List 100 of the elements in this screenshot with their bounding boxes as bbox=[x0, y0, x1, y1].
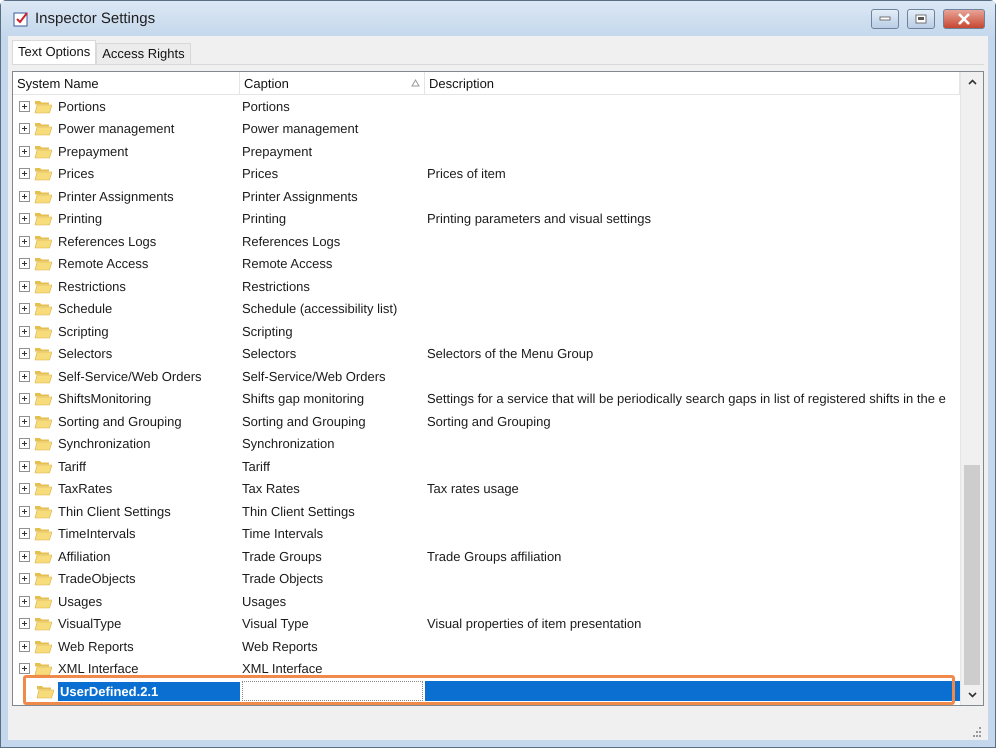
caption-text: Usages bbox=[241, 594, 288, 609]
close-button[interactable] bbox=[943, 8, 985, 28]
folder-icon bbox=[34, 144, 52, 159]
column-title: Description bbox=[429, 76, 496, 90]
folder-icon bbox=[34, 638, 52, 654]
row-name[interactable]: UserDefined.2.1 bbox=[58, 682, 240, 701]
column-header[interactable]: System Name bbox=[13, 72, 240, 94]
row-name[interactable]: TimeIntervals bbox=[56, 524, 240, 544]
caption-text: XML Interface bbox=[241, 661, 324, 676]
folder-icon bbox=[34, 98, 52, 114]
row-name[interactable]: Portions bbox=[56, 96, 240, 116]
scroll-thumb[interactable] bbox=[964, 465, 980, 685]
expand-icon[interactable] bbox=[19, 258, 30, 270]
expand-icon[interactable] bbox=[19, 550, 30, 562]
row-name[interactable]: Printing bbox=[56, 209, 240, 228]
row-name[interactable]: Sorting and Grouping bbox=[56, 412, 240, 431]
expand-icon[interactable] bbox=[19, 100, 30, 112]
row-name[interactable]: Prepayment bbox=[56, 142, 240, 161]
folder-icon bbox=[34, 661, 52, 676]
expand-icon[interactable] bbox=[19, 618, 30, 630]
expand-icon[interactable] bbox=[19, 596, 30, 607]
expand-icon[interactable] bbox=[19, 213, 30, 224]
row-name[interactable]: Prices bbox=[56, 164, 240, 184]
folder-icon bbox=[34, 594, 52, 609]
expand-icon[interactable] bbox=[19, 663, 30, 674]
expand-icon[interactable] bbox=[19, 146, 30, 157]
description-text: Selectors of the Menu Group bbox=[426, 346, 594, 362]
resize-grip-icon[interactable] bbox=[971, 727, 981, 737]
row-name[interactable]: Tariff bbox=[56, 456, 240, 476]
description-text: Visual properties of item presentation bbox=[426, 616, 642, 632]
row-name[interactable]: Printer Assignments bbox=[56, 186, 240, 206]
row-name[interactable]: Schedule bbox=[56, 299, 240, 318]
caption-text: Trade Groups bbox=[241, 548, 323, 564]
column-header[interactable]: Caption bbox=[240, 72, 425, 94]
expand-icon[interactable] bbox=[19, 190, 30, 202]
row-name[interactable]: References Logs bbox=[56, 232, 240, 251]
expand-icon[interactable] bbox=[19, 460, 30, 472]
expand-icon[interactable] bbox=[19, 416, 30, 427]
expand-icon[interactable] bbox=[19, 438, 30, 450]
caption-text: Thin Client Settings bbox=[241, 504, 356, 519]
window-title: Inspector Settings bbox=[35, 10, 156, 27]
caption-text: Sorting and Grouping bbox=[241, 414, 367, 429]
expand-icon[interactable] bbox=[19, 348, 30, 360]
minimize-button[interactable] bbox=[871, 8, 899, 28]
caption-text: References Logs bbox=[241, 234, 342, 249]
caption-input[interactable] bbox=[242, 681, 423, 702]
row-name[interactable]: Synchronization bbox=[56, 434, 240, 454]
row-name[interactable]: Selectors bbox=[56, 344, 240, 364]
expand-icon[interactable] bbox=[19, 483, 30, 494]
expand-icon[interactable] bbox=[19, 168, 30, 180]
folder-icon bbox=[34, 346, 52, 362]
caption-text: Self-Service/Web Orders bbox=[241, 368, 387, 384]
caption-text: Remote Access bbox=[241, 256, 334, 272]
tab[interactable]: Text Options bbox=[12, 40, 96, 64]
maximize-button[interactable] bbox=[907, 8, 935, 28]
row-name[interactable]: Usages bbox=[56, 592, 240, 611]
description-text: Trade Groups affiliation bbox=[426, 548, 562, 564]
row-name[interactable]: Thin Client Settings bbox=[56, 502, 240, 521]
folder-icon bbox=[34, 278, 52, 294]
expand-icon[interactable] bbox=[19, 393, 30, 404]
caption-text: Restrictions bbox=[241, 278, 311, 294]
expand-icon[interactable] bbox=[19, 528, 30, 540]
scrollbar[interactable] bbox=[960, 72, 983, 705]
description-text: Settings for a service that will be periodically search gaps in list of registered shifts in the e bbox=[426, 391, 947, 406]
row-name[interactable]: ShiftsMonitoring bbox=[56, 389, 240, 408]
folder-icon bbox=[34, 368, 52, 384]
expand-icon[interactable] bbox=[19, 326, 30, 337]
expand-icon[interactable] bbox=[19, 573, 30, 584]
row-name[interactable]: Self-Service/Web Orders bbox=[56, 366, 240, 386]
row-name[interactable]: VisualType bbox=[56, 614, 240, 634]
expand-icon[interactable] bbox=[19, 370, 30, 382]
expand-icon[interactable] bbox=[19, 280, 30, 292]
tab[interactable]: Access Rights bbox=[96, 43, 191, 64]
caption-text: Trade Objects bbox=[241, 571, 324, 586]
scroll-up-icon[interactable] bbox=[968, 79, 976, 85]
folder-icon bbox=[34, 526, 52, 542]
expand-icon[interactable] bbox=[19, 506, 30, 517]
row-name[interactable]: XML Interface bbox=[56, 659, 240, 678]
expand-icon[interactable] bbox=[19, 236, 30, 247]
caption-text: Shifts gap monitoring bbox=[241, 391, 366, 406]
row-name[interactable]: TradeObjects bbox=[56, 569, 240, 588]
folder-icon bbox=[34, 211, 52, 226]
row-name[interactable]: Affiliation bbox=[56, 546, 240, 566]
description-text: Tax rates usage bbox=[426, 481, 520, 496]
row-name[interactable]: Power management bbox=[56, 119, 240, 138]
expand-icon[interactable] bbox=[19, 640, 30, 652]
row-name[interactable]: TaxRates bbox=[56, 479, 240, 498]
folder-icon bbox=[34, 481, 52, 496]
row-name[interactable]: Remote Access bbox=[56, 254, 240, 274]
row-name[interactable]: Restrictions bbox=[56, 276, 240, 296]
column-title: System Name bbox=[17, 76, 100, 90]
row-name[interactable]: Scripting bbox=[56, 322, 240, 341]
caption-text: Schedule (accessibility list) bbox=[241, 301, 398, 316]
description-text: Printing parameters and visual settings bbox=[426, 211, 652, 226]
close-icon bbox=[957, 12, 971, 24]
caption-text: Visual Type bbox=[241, 616, 310, 632]
expand-icon[interactable] bbox=[19, 123, 30, 134]
scroll-down-icon[interactable] bbox=[968, 692, 976, 698]
row-name[interactable]: Web Reports bbox=[56, 636, 240, 656]
expand-icon[interactable] bbox=[19, 303, 30, 314]
